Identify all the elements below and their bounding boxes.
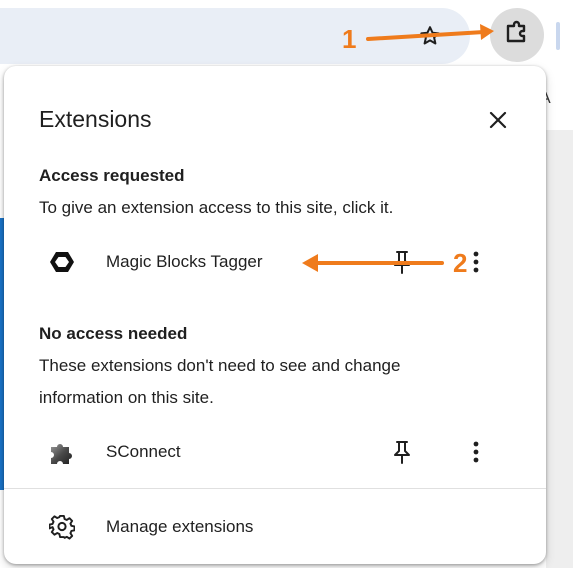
annotation-number-1: 1: [342, 24, 357, 54]
arrow-2-head: [302, 254, 318, 272]
annotation-arrows: [302, 24, 494, 272]
arrow-1-head: [480, 24, 494, 40]
annotation-number-2: 2: [453, 248, 468, 278]
arrow-1-line: [366, 30, 486, 41]
